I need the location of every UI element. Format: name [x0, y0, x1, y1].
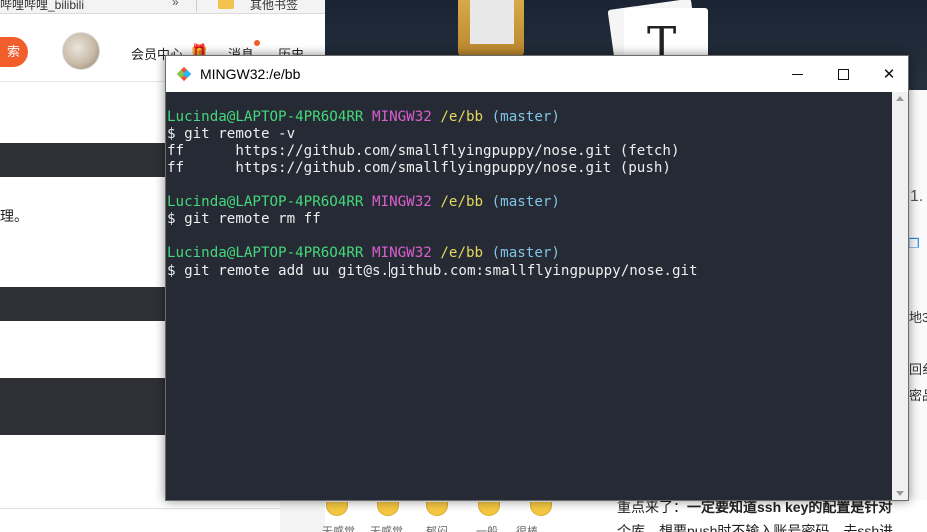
- terminal-prompt-line: Lucinda@LAPTOP-4PR6O4RR MINGW32 /e/bb (m…: [166, 109, 892, 126]
- terminal-scrollbar[interactable]: [892, 92, 908, 500]
- close-icon: ✕: [882, 65, 896, 83]
- article-text-fragment: 回纟: [909, 362, 927, 377]
- minimize-icon: [791, 73, 803, 75]
- reaction-caption: 一般: [476, 526, 498, 532]
- avatar[interactable]: [62, 32, 100, 70]
- article-text-line: 个库，想要push时不输入账号密码，去ssh进: [617, 523, 894, 532]
- terminal-window[interactable]: MINGW32:/e/bb ✕ Lucinda@LAPTOP-4PR6O4RR …: [165, 55, 909, 501]
- terminal-prompt-line: Lucinda@LAPTOP-4PR6O4RR MINGW32 /e/bb (m…: [166, 245, 892, 262]
- minimize-button[interactable]: [774, 56, 820, 92]
- prompt-branch: (master): [491, 194, 560, 210]
- terminal-line: $ git remote rm ff: [167, 211, 321, 227]
- reaction-caption: 郁闷: [426, 526, 448, 532]
- search-button[interactable]: 索: [0, 37, 28, 67]
- terminal-prompt-line: Lucinda@LAPTOP-4PR6O4RR MINGW32 /e/bb (m…: [166, 194, 892, 211]
- terminal-output[interactable]: Lucinda@LAPTOP-4PR6O4RR MINGW32 /e/bb (m…: [166, 92, 892, 500]
- article-text-fragment: 地3: [909, 310, 927, 325]
- browser-tab-strip: 哔哩哔哩_bilibili » 其他书签: [0, 0, 325, 14]
- terminal-line: $ git remote -v: [167, 126, 296, 142]
- reaction-caption: 无感觉: [322, 526, 355, 532]
- window-titlebar[interactable]: MINGW32:/e/bb ✕: [166, 56, 908, 92]
- folder-icon: [218, 0, 234, 9]
- maximize-icon: [837, 68, 849, 80]
- prompt-system: MINGW32: [372, 194, 432, 210]
- article-text-fragment: 密品: [909, 388, 927, 403]
- highlight-prefix: 重点来了：: [617, 499, 687, 515]
- notification-dot: [254, 40, 260, 46]
- close-button[interactable]: ✕: [866, 56, 912, 92]
- gray-strip: [280, 500, 325, 532]
- prompt-path: /e/bb: [440, 194, 484, 210]
- browser-tab-title[interactable]: 哔哩哔哩_bilibili: [0, 0, 84, 13]
- copy-icon[interactable]: ❐: [908, 236, 920, 252]
- bookmarks-folder-label[interactable]: 其他书签: [250, 0, 298, 13]
- maximize-button[interactable]: [820, 56, 866, 92]
- folder-paper-icon: [470, 0, 514, 44]
- article-text-fragment: 理。: [0, 208, 28, 224]
- reaction-caption: 很棒: [516, 526, 538, 532]
- terminal-line: ff https://github.com/smallflyingpuppy/n…: [167, 143, 680, 159]
- prompt-system: MINGW32: [372, 245, 432, 261]
- prompt-path: /e/bb: [440, 245, 484, 261]
- git-bash-icon: [176, 66, 192, 82]
- tab-overflow-icon[interactable]: »: [172, 0, 179, 9]
- article-heading-fragment: 1.: [910, 188, 924, 205]
- scroll-down-icon[interactable]: [896, 491, 904, 496]
- prompt-user: Lucinda@LAPTOP-4PR6O4RR: [167, 194, 364, 210]
- highlight-bold: 一定要知道ssh key的配置是针对: [687, 499, 893, 515]
- command-before-cursor: $ git remote add uu git@s.: [167, 263, 390, 279]
- terminal-line: ff https://github.com/smallflyingpuppy/n…: [167, 160, 671, 176]
- prompt-branch: (master): [491, 245, 560, 261]
- prompt-branch: (master): [491, 109, 560, 125]
- terminal-current-input[interactable]: $ git remote add uu git@s.github.com:sma…: [166, 262, 892, 279]
- reaction-caption: 无感觉: [370, 526, 403, 532]
- prompt-user: Lucinda@LAPTOP-4PR6O4RR: [167, 245, 364, 261]
- window-title: MINGW32:/e/bb: [200, 66, 301, 82]
- tab-divider: [196, 0, 197, 12]
- prompt-path: /e/bb: [440, 109, 484, 125]
- prompt-user: Lucinda@LAPTOP-4PR6O4RR: [167, 109, 364, 125]
- divider: [0, 508, 280, 509]
- command-after-cursor: github.com:smallflyingpuppy/nose.git: [390, 263, 698, 279]
- scroll-up-icon[interactable]: [896, 96, 904, 101]
- prompt-system: MINGW32: [372, 109, 432, 125]
